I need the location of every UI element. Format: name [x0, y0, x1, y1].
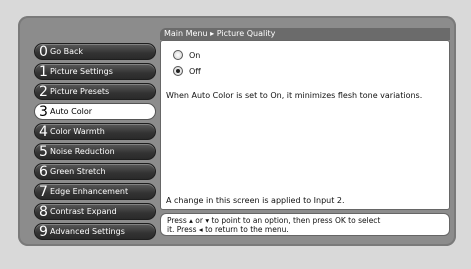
- settings-content-panel: On Off When Auto Color is set to On, it …: [160, 40, 450, 210]
- breadcrumb: Main Menu ▸ Picture Quality: [160, 28, 450, 40]
- help-text-line-1: Press ▴ or ▾ to point to an option, then…: [167, 216, 381, 225]
- menu-item-picture-presets[interactable]: 2 Picture Presets: [34, 83, 156, 100]
- menu-item-label: Color Warmth: [50, 126, 105, 136]
- menu-item-auto-color[interactable]: 3 Auto Color: [34, 103, 156, 120]
- option-on[interactable]: On: [173, 50, 200, 60]
- menu-item-advanced-settings[interactable]: 9 Advanced Settings: [34, 223, 156, 240]
- menu-item-number: 8: [39, 203, 48, 220]
- menu-item-green-stretch[interactable]: 6 Green Stretch: [34, 163, 156, 180]
- menu-item-label: Advanced Settings: [50, 226, 125, 236]
- option-description: When Auto Color is set to On, it minimiz…: [166, 91, 423, 100]
- menu-item-contrast-expand[interactable]: 8 Contrast Expand: [34, 203, 156, 220]
- menu-item-number: 6: [39, 163, 48, 180]
- menu-item-number: 1: [39, 63, 48, 80]
- menu-item-label: Auto Color: [50, 106, 93, 116]
- option-label: On: [189, 50, 201, 60]
- menu-item-edge-enhancement[interactable]: 7 Edge Enhancement: [34, 183, 156, 200]
- menu-item-label: Picture Settings: [50, 66, 113, 76]
- menu-item-label: Green Stretch: [50, 166, 106, 176]
- menu-item-label: Go Back: [50, 46, 84, 56]
- menu-item-picture-settings[interactable]: 1 Picture Settings: [34, 63, 156, 80]
- menu-item-go-back[interactable]: 0 Go Back: [34, 43, 156, 60]
- menu-item-color-warmth[interactable]: 4 Color Warmth: [34, 123, 156, 140]
- menu-item-label: Edge Enhancement: [50, 186, 129, 196]
- picture-quality-menu: 0 Go Back 1 Picture Settings 2 Picture P…: [34, 43, 156, 243]
- menu-item-number: 3: [39, 103, 48, 120]
- menu-item-label: Contrast Expand: [50, 206, 117, 216]
- apply-note: A change in this screen is applied to In…: [166, 196, 345, 205]
- menu-item-number: 0: [39, 43, 48, 60]
- menu-item-label: Picture Presets: [50, 86, 110, 96]
- radio-checked-icon[interactable]: [173, 66, 183, 76]
- menu-item-noise-reduction[interactable]: 5 Noise Reduction: [34, 143, 156, 160]
- menu-item-label: Noise Reduction: [50, 146, 115, 156]
- option-label: Off: [189, 66, 201, 76]
- menu-item-number: 5: [39, 143, 48, 160]
- menu-item-number: 4: [39, 123, 48, 140]
- menu-item-number: 7: [39, 183, 48, 200]
- menu-item-number: 9: [39, 223, 48, 240]
- option-off[interactable]: Off: [173, 66, 201, 76]
- help-text-line-2: it. Press ◂ to return to the menu.: [167, 225, 289, 234]
- menu-item-number: 2: [39, 83, 48, 100]
- radio-unchecked-icon[interactable]: [173, 50, 183, 60]
- help-footer: Press ▴ or ▾ to point to an option, then…: [160, 213, 450, 236]
